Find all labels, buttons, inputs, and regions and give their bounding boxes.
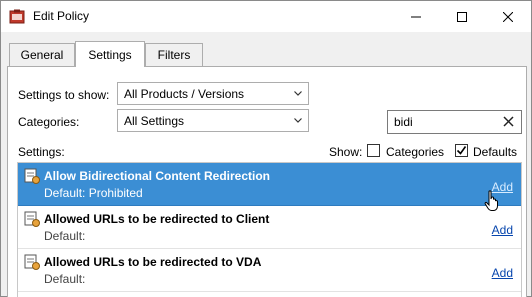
settings-to-show-dropdown[interactable]: All Products / Versions bbox=[117, 82, 309, 105]
defaults-checkbox[interactable] bbox=[455, 144, 468, 157]
tab-filters[interactable]: Filters bbox=[145, 43, 203, 66]
close-icon bbox=[503, 11, 513, 22]
minimize-button[interactable] bbox=[393, 1, 439, 32]
policy-setting-icon bbox=[24, 211, 40, 227]
settings-list: Allow Bidirectional Content Redirection … bbox=[17, 162, 522, 297]
edit-policy-window: Edit Policy General Settings Filters Set… bbox=[0, 0, 532, 297]
search-value: bidi bbox=[394, 115, 413, 129]
maximize-button[interactable] bbox=[439, 1, 485, 32]
settings-to-show-label: Settings to show: bbox=[18, 88, 110, 102]
policy-app-icon bbox=[9, 9, 25, 24]
list-item[interactable]: Allow Bidirectional Content Redirection … bbox=[18, 163, 521, 206]
add-setting-link[interactable]: Add bbox=[492, 266, 513, 280]
list-item[interactable]: Allowed URLs to be redirected to VDA Def… bbox=[18, 249, 521, 292]
checkmark-icon bbox=[456, 146, 467, 155]
settings-panel: Settings to show: All Products / Version… bbox=[7, 66, 527, 297]
setting-title: Allowed URLs to be redirected to VDA bbox=[44, 255, 262, 269]
setting-title: Allow Bidirectional Content Redirection bbox=[44, 169, 271, 183]
chevron-down-icon bbox=[294, 118, 302, 123]
policy-setting-icon bbox=[24, 254, 40, 270]
minimize-icon bbox=[411, 16, 421, 17]
setting-default: Default: bbox=[44, 272, 86, 286]
tab-settings[interactable]: Settings bbox=[75, 41, 145, 67]
setting-default: Default: bbox=[44, 229, 86, 243]
maximize-icon bbox=[457, 11, 467, 22]
defaults-checkbox-label[interactable]: Defaults bbox=[473, 145, 517, 159]
list-item[interactable]: Allowed URLs to be redirected to Client … bbox=[18, 206, 521, 249]
categories-label: Categories: bbox=[18, 115, 80, 129]
show-label: Show: bbox=[329, 145, 363, 159]
categories-checkbox-label[interactable]: Categories bbox=[386, 145, 444, 159]
categories-checkbox[interactable] bbox=[367, 144, 380, 157]
categories-dropdown[interactable]: All Settings bbox=[117, 109, 309, 132]
setting-title: Allowed URLs to be redirected to Client bbox=[44, 212, 270, 226]
title-bar[interactable]: Edit Policy bbox=[1, 1, 531, 32]
search-input[interactable]: bidi bbox=[387, 110, 522, 134]
setting-default: Default: Prohibited bbox=[44, 186, 143, 200]
clear-search-icon[interactable] bbox=[502, 115, 515, 128]
tab-general[interactable]: General bbox=[9, 43, 75, 66]
add-setting-link[interactable]: Add bbox=[492, 223, 513, 237]
chevron-down-icon bbox=[294, 91, 302, 96]
categories-value: All Settings bbox=[124, 114, 185, 128]
hand-cursor-icon bbox=[484, 190, 498, 211]
settings-to-show-value: All Products / Versions bbox=[124, 87, 245, 101]
window-title: Edit Policy bbox=[33, 9, 90, 23]
close-button[interactable] bbox=[485, 1, 531, 32]
settings-list-label: Settings: bbox=[18, 145, 65, 159]
policy-setting-icon bbox=[24, 168, 40, 184]
